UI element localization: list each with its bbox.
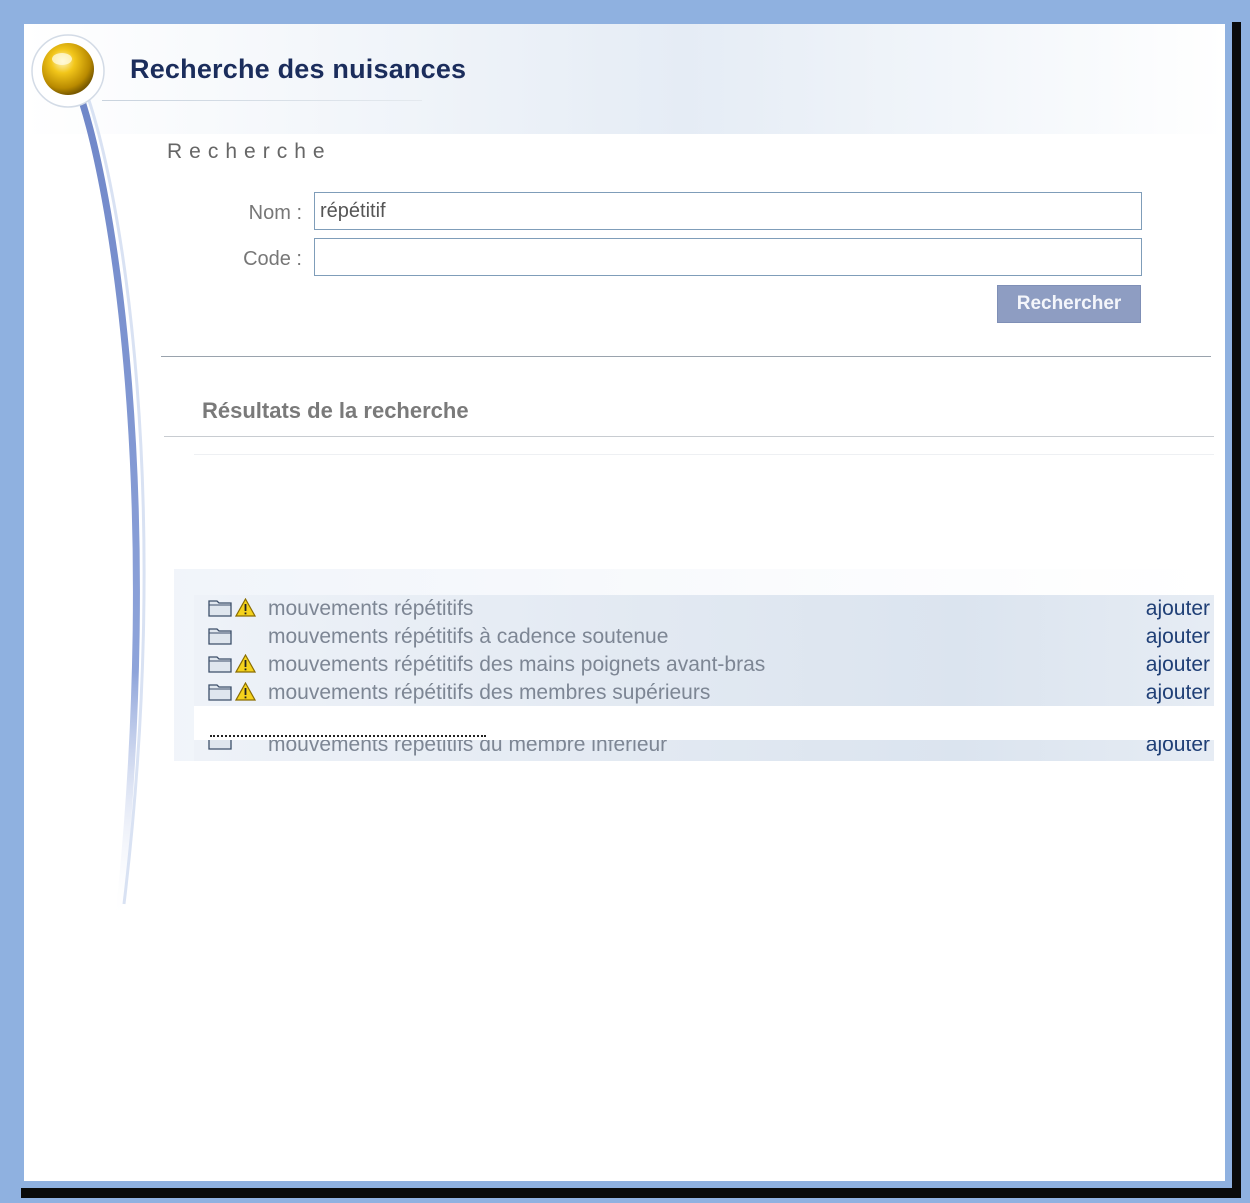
result-row[interactable]: mouvements répétitifs des mains poignets… <box>194 651 1214 679</box>
add-button[interactable]: ajouter <box>1146 740 1210 761</box>
results-heading-shadow-rule <box>194 454 1214 455</box>
result-row[interactable]: mouvements répétitifs des membres supéri… <box>194 679 1214 707</box>
add-button[interactable]: ajouter <box>1146 623 1210 651</box>
focus-outline <box>210 735 486 737</box>
code-input[interactable] <box>314 238 1142 276</box>
folder-icon[interactable] <box>208 654 232 673</box>
result-label: mouvements répétitifs du membre inférieu… <box>268 740 668 756</box>
code-label: Code : <box>243 248 302 270</box>
result-row[interactable]: mouvements répétitifs à cadence soutenue… <box>194 623 1214 651</box>
page-title: Recherche des nuisances <box>130 54 467 84</box>
title-underline <box>102 100 422 101</box>
result-label: mouvements répétitifs des membres supéri… <box>268 681 711 704</box>
gold-orb-icon <box>42 43 94 95</box>
result-label: mouvements répétitifs à cadence soutenue <box>268 625 669 648</box>
results-heading-rule <box>164 436 1214 437</box>
result-label: mouvements répétitifs <box>268 597 474 620</box>
warning-icon <box>234 597 257 617</box>
result-label: mouvements répétitifs des mains poignets… <box>268 653 766 676</box>
result-row[interactable]: mouvements répétitifs du membre inférieu… <box>194 740 1214 761</box>
search-section-heading: Recherche <box>167 140 332 163</box>
add-button[interactable]: ajouter <box>1146 595 1210 623</box>
result-row[interactable]: mouvements répétitifs ajouter <box>194 595 1214 623</box>
results-heading: Résultats de la recherche <box>202 398 469 423</box>
result-row-clipped: mouvements répétitifs du membre inférieu… <box>194 740 1214 761</box>
folder-icon[interactable] <box>208 626 232 645</box>
search-button[interactable]: Rechercher <box>997 285 1141 323</box>
nom-input[interactable] <box>314 192 1142 230</box>
content-panel: Recherche des nuisances Recherche Nom : … <box>17 17 1232 1188</box>
page-canvas: Recherche des nuisances Recherche Nom : … <box>24 24 1225 1181</box>
add-button[interactable]: ajouter <box>1146 679 1210 707</box>
warning-icon <box>234 653 257 673</box>
nom-label: Nom : <box>248 202 302 224</box>
folder-icon[interactable] <box>208 682 232 701</box>
warning-icon <box>234 681 257 701</box>
section-divider <box>161 356 1211 357</box>
folder-icon[interactable] <box>208 598 232 617</box>
add-button[interactable]: ajouter <box>1146 651 1210 679</box>
folder-icon[interactable] <box>208 740 232 750</box>
